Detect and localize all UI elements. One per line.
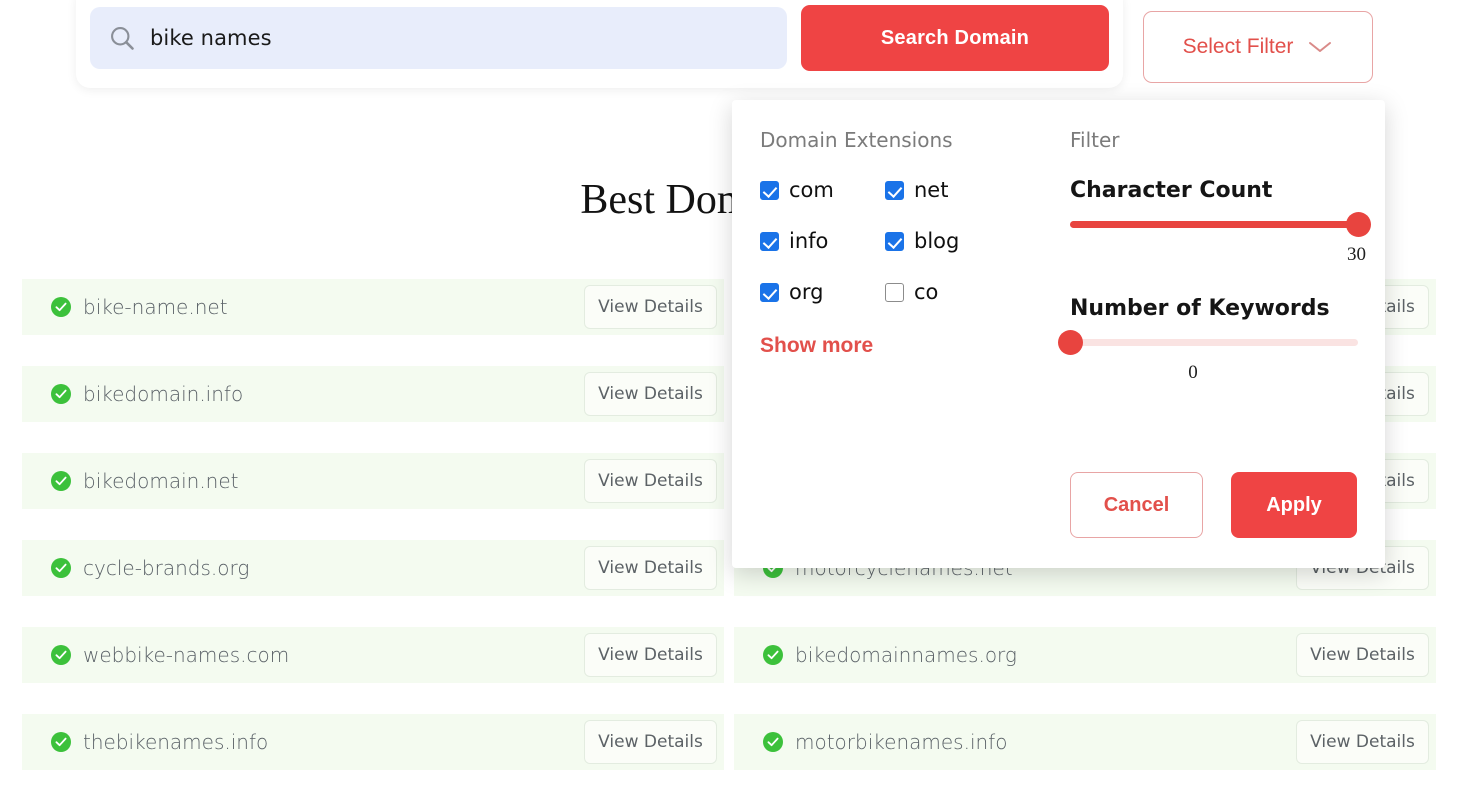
extension-checkbox-com[interactable]: com bbox=[760, 178, 885, 202]
select-filter-button[interactable]: Select Filter bbox=[1143, 11, 1373, 83]
number-of-keywords-label: Number of Keywords bbox=[1070, 296, 1330, 321]
checkbox-icon[interactable] bbox=[885, 180, 904, 200]
domain-extensions-section: Domain Extensions com net info blog org co Sh… bbox=[760, 128, 1060, 358]
results-column-left: bike-name.net View Details bikedomain.info… bbox=[22, 279, 724, 790]
extension-checkbox-net[interactable]: net bbox=[885, 178, 1010, 202]
checkbox-icon[interactable] bbox=[885, 231, 904, 251]
table-row: webbike-names.com View Details bbox=[22, 627, 724, 683]
app-root: Best Domains for bike-name.net View Detai… bbox=[0, 0, 1457, 790]
check-circle-icon bbox=[51, 297, 71, 317]
table-row: bikedomain.net View Details bbox=[22, 453, 724, 509]
filter-heading: Filter bbox=[1070, 128, 1120, 152]
domain-name: bikedomain.info bbox=[83, 382, 244, 406]
table-row: cycle-brands.org View Details bbox=[22, 540, 724, 596]
domain-name: thebikenames.info bbox=[83, 730, 269, 754]
domain-name: motorbikenames.info bbox=[795, 730, 1008, 754]
check-circle-icon bbox=[763, 645, 783, 665]
apply-button[interactable]: Apply bbox=[1231, 472, 1357, 538]
extension-label: com bbox=[789, 178, 834, 202]
view-details-button[interactable]: View Details bbox=[584, 459, 717, 503]
character-count-slider[interactable] bbox=[1070, 212, 1371, 237]
view-details-button[interactable]: View Details bbox=[584, 720, 717, 764]
table-row: bikedomain.info View Details bbox=[22, 366, 724, 422]
character-count-value: 30 bbox=[1347, 244, 1366, 265]
checkbox-icon[interactable] bbox=[760, 180, 779, 200]
character-count-slider-thumb[interactable] bbox=[1345, 212, 1371, 237]
table-row: bikedomainnames.org View Details bbox=[734, 627, 1436, 683]
check-circle-icon bbox=[51, 732, 71, 752]
table-row: bike-name.net View Details bbox=[22, 279, 724, 335]
view-details-button[interactable]: View Details bbox=[1296, 633, 1429, 677]
select-filter-label: Select Filter bbox=[1182, 35, 1294, 58]
check-circle-icon bbox=[51, 645, 71, 665]
domain-name: webbike-names.com bbox=[83, 643, 290, 667]
number-of-keywords-slider[interactable] bbox=[1057, 330, 1358, 355]
view-details-button[interactable]: View Details bbox=[584, 633, 717, 677]
view-details-button[interactable]: View Details bbox=[1296, 720, 1429, 764]
filter-panel: Domain Extensions com net info blog org co Sh… bbox=[732, 100, 1385, 568]
extension-checkbox-info[interactable]: info bbox=[760, 229, 885, 253]
search-input-value: bike names bbox=[150, 26, 272, 50]
filter-section: Filter Character Count 30 Number of Keyw… bbox=[1057, 128, 1371, 414]
extension-checkbox-co[interactable]: co bbox=[885, 280, 1010, 304]
extension-checkbox-org[interactable]: org bbox=[760, 280, 885, 304]
view-details-button[interactable]: View Details bbox=[584, 285, 717, 329]
filter-panel-actions: Cancel Apply bbox=[1070, 472, 1357, 538]
cancel-button[interactable]: Cancel bbox=[1070, 472, 1203, 538]
search-bar: bike names Search Domain bbox=[76, 0, 1123, 88]
check-circle-icon bbox=[763, 732, 783, 752]
number-of-keywords-slider-thumb[interactable] bbox=[1057, 330, 1083, 355]
chevron-down-icon bbox=[1309, 42, 1332, 52]
extension-label: blog bbox=[914, 229, 960, 253]
character-count-label: Character Count bbox=[1070, 178, 1273, 203]
character-count-slider-fill bbox=[1070, 221, 1358, 228]
extension-label: co bbox=[914, 280, 939, 304]
number-of-keywords-value: 0 bbox=[1188, 362, 1198, 383]
show-more-link[interactable]: Show more bbox=[760, 334, 873, 358]
checkbox-icon[interactable] bbox=[760, 231, 779, 251]
table-row: thebikenames.info View Details bbox=[22, 714, 724, 770]
check-circle-icon bbox=[51, 471, 71, 491]
checkbox-icon[interactable] bbox=[885, 282, 904, 302]
checkbox-icon[interactable] bbox=[760, 282, 779, 302]
view-details-button[interactable]: View Details bbox=[584, 546, 717, 590]
search-input[interactable]: bike names bbox=[90, 7, 787, 69]
extension-label: org bbox=[789, 280, 824, 304]
check-circle-icon bbox=[51, 558, 71, 578]
search-domain-button[interactable]: Search Domain bbox=[801, 5, 1109, 71]
domain-name: bike-name.net bbox=[83, 295, 228, 319]
table-row: motorbikenames.info View Details bbox=[734, 714, 1436, 770]
character-count-slider-block: Character Count 30 bbox=[1070, 178, 1371, 266]
domain-name: cycle-brands.org bbox=[83, 556, 250, 580]
domain-name: bikedomain.net bbox=[83, 469, 239, 493]
domain-extensions-heading: Domain Extensions bbox=[760, 128, 953, 152]
view-details-button[interactable]: View Details bbox=[584, 372, 717, 416]
extension-label: info bbox=[789, 229, 829, 253]
extension-label: net bbox=[914, 178, 949, 202]
domain-extensions-grid: com net info blog org co bbox=[760, 178, 1060, 304]
extension-checkbox-blog[interactable]: blog bbox=[885, 229, 1010, 253]
check-circle-icon bbox=[51, 384, 71, 404]
domain-name: bikedomainnames.org bbox=[795, 643, 1017, 667]
search-icon bbox=[111, 27, 134, 50]
number-of-keywords-slider-block: Number of Keywords 0 bbox=[1057, 296, 1370, 384]
